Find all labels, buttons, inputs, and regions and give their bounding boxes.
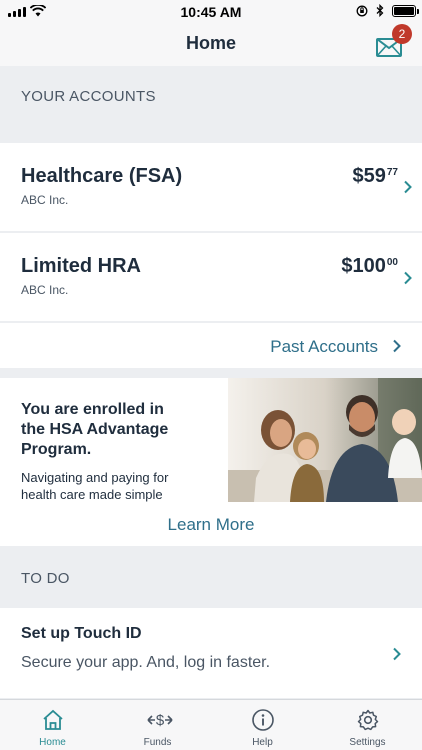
- account-balance: $10000: [341, 255, 398, 278]
- rotation-lock-icon: [356, 5, 368, 16]
- promo-body: Navigating and paying for health care ma…: [21, 470, 169, 502]
- tab-label: Funds: [143, 737, 172, 748]
- nav-bar: Home 2: [0, 24, 422, 66]
- page-title: Home: [185, 33, 236, 53]
- funds-icon: $: [147, 712, 173, 729]
- tab-settings[interactable]: Settings: [315, 700, 420, 750]
- home-icon: [43, 709, 63, 730]
- promo-title: You are enrolled in the HSA Advantage Pr…: [21, 401, 169, 458]
- learn-more-link[interactable]: Learn More: [0, 515, 422, 535]
- todo-subtitle: Secure your app. And, log in faster.: [21, 654, 271, 671]
- bluetooth-icon: [376, 4, 384, 17]
- balance-dollars: $59: [352, 165, 386, 187]
- account-card-hra[interactable]: Limited HRA ABC Inc. $10000: [0, 233, 422, 321]
- chevron-right-icon: [393, 339, 401, 353]
- balance-cents: 77: [386, 167, 398, 178]
- promo-card: You are enrolled in the HSA Advantage Pr…: [0, 378, 422, 546]
- chevron-right-icon: [393, 647, 401, 661]
- account-employer: ABC Inc.: [21, 283, 69, 297]
- svg-text:$: $: [156, 712, 165, 729]
- chevron-right-icon: [404, 271, 412, 285]
- family-photo: [228, 378, 422, 502]
- tab-label: Settings: [349, 737, 386, 748]
- tab-help[interactable]: Help: [210, 700, 315, 750]
- status-bar: 10:45 AM: [0, 0, 422, 24]
- tab-bar: Home $ Funds Help Settings: [0, 699, 422, 750]
- notification-badge: 2: [392, 24, 412, 44]
- tab-funds[interactable]: $ Funds: [105, 700, 210, 750]
- chevron-right-icon: [404, 180, 412, 194]
- todo-card-touch-id[interactable]: Set up Touch ID Secure your app. And, lo…: [0, 608, 422, 698]
- past-accounts-link[interactable]: Past Accounts: [270, 337, 378, 357]
- todo-title: Set up Touch ID: [21, 625, 142, 642]
- help-icon: [252, 709, 274, 731]
- account-name: Healthcare (FSA): [21, 165, 183, 187]
- tab-home[interactable]: Home: [0, 700, 105, 750]
- account-employer: ABC Inc.: [21, 193, 69, 207]
- past-accounts-row[interactable]: Past Accounts: [0, 323, 422, 368]
- todo-section-header: TO DO: [21, 570, 70, 587]
- balance-cents: 00: [386, 257, 398, 268]
- accounts-section-header: YOUR ACCOUNTS: [21, 88, 156, 105]
- tab-label: Home: [39, 737, 66, 748]
- tab-label: Help: [252, 737, 273, 748]
- account-name: Limited HRA: [21, 255, 141, 277]
- balance-dollars: $100: [341, 255, 386, 277]
- battery-icon: [392, 4, 419, 17]
- account-card-fsa[interactable]: Healthcare (FSA) ABC Inc. $5977: [0, 143, 422, 231]
- settings-icon: [357, 709, 379, 731]
- account-balance: $5977: [353, 165, 399, 188]
